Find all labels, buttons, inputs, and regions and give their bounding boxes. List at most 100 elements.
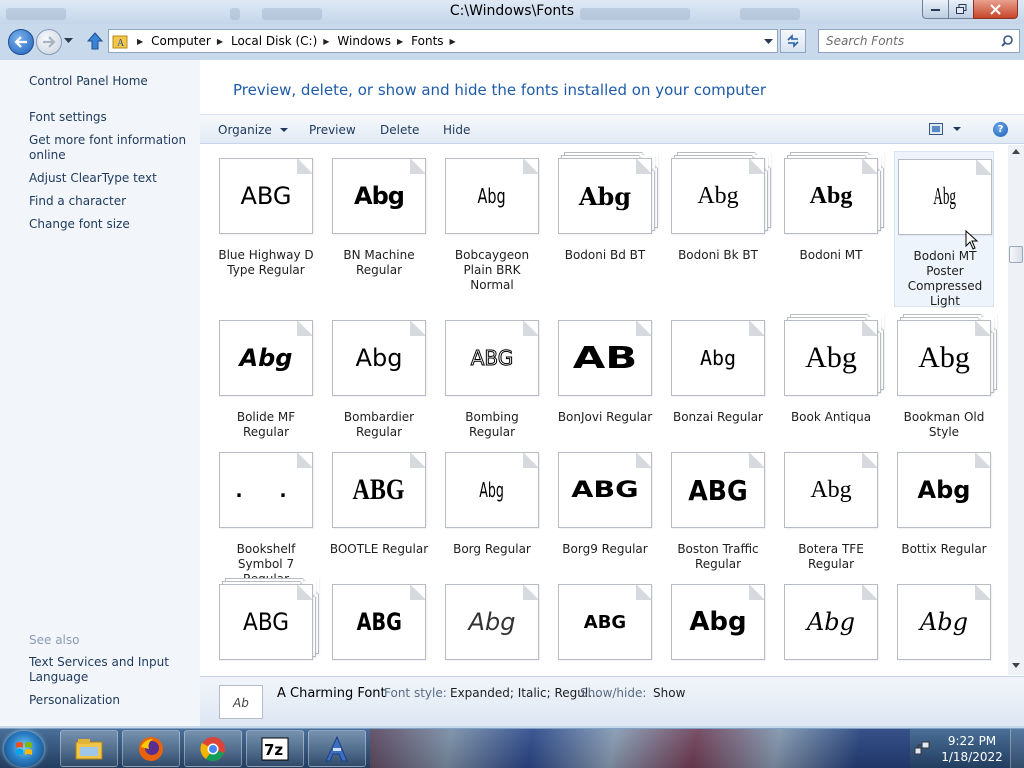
clock-time[interactable]: 9:22 PM [940,734,1004,748]
font-name-label: Blue Highway D Type Regular [218,248,314,277]
font-preview-icon: Abg [671,320,765,396]
network-icon[interactable] [914,740,930,756]
font-tile[interactable]: Abg Borg Regular [442,445,542,595]
organize-label: Organize [218,123,272,137]
explorer-window: C:\Windows\Fonts A ▶ Computer ▶ Local Di… [0,0,1024,728]
font-tile[interactable]: ABG Blue Highway D Type Regular [216,151,316,301]
personalization-link[interactable]: Personalization [29,693,194,708]
font-tile[interactable]: Abg Bodoni MT [781,151,884,301]
font-preview-sample: ABG [470,346,514,371]
refresh-button[interactable] [780,29,806,53]
scroll-up-arrow-icon[interactable] [1012,149,1020,154]
font-tile[interactable]: Abg Bolide MF Regular [216,313,316,463]
hide-button[interactable]: Hide [443,123,470,137]
recent-pages-dropdown-icon[interactable] [64,38,73,44]
font-tile[interactable]: Abg Bodoni Bk BT [668,151,771,301]
start-button[interactable] [4,731,44,767]
breadcrumb-local-disk[interactable]: Local Disk (C:) [231,34,317,48]
search-icon[interactable] [1001,35,1013,47]
change-font-size-link[interactable]: Change font size [29,217,194,232]
taskbar-firefox-button[interactable] [122,730,180,767]
sidebar: Control Panel Home Font settings Get mor… [0,60,200,726]
back-button[interactable] [8,29,34,55]
find-character-link[interactable]: Find a character [29,194,194,209]
help-icon[interactable]: ? [993,122,1008,137]
font-preview-icon: Abg [898,159,992,235]
see-also-heading: See also [29,633,80,647]
control-panel-home-link[interactable]: Control Panel Home [29,74,194,89]
font-tile[interactable]: Abg [894,577,994,675]
get-more-font-info-link[interactable]: Get more font information online [29,133,194,163]
font-tile[interactable]: ABG Borg9 Regular [555,445,655,595]
adjust-cleartype-link[interactable]: Adjust ClearType text [29,171,194,186]
breadcrumb-separator-icon[interactable]: ▶ [137,37,143,46]
font-tile[interactable]: Abg Bombardier Regular [329,313,429,463]
taskbar-7zip-button[interactable]: 7z [246,730,304,767]
delete-button[interactable]: Delete [380,123,419,137]
font-tile[interactable]: ABG Bombing Regular [442,313,542,463]
font-preview-sample: Abg [479,478,505,502]
forward-button[interactable] [36,29,62,55]
font-preview-icon: Abg [784,452,878,528]
text-services-link[interactable]: Text Services and Input Language [29,655,194,685]
taskbar-font-viewer-button[interactable] [308,730,366,767]
font-tile[interactable]: Abg Bodoni Bd BT [555,151,658,301]
breadcrumb-windows[interactable]: Windows [337,34,391,48]
search-fonts-input[interactable]: Search Fonts [818,29,1020,53]
font-tile[interactable]: ABG [329,577,429,675]
font-tile[interactable]: Abg Bodoni MT Poster Compressed Light [894,151,994,308]
font-preview-sample: Abg [806,608,856,636]
font-style-label: Font style: [384,686,447,700]
show-desktop-button[interactable] [1010,729,1024,768]
breadcrumb-separator-icon[interactable]: ▶ [397,37,403,46]
font-preview-icon: Abg [671,158,765,234]
firefox-icon [139,736,163,761]
breadcrumb-computer[interactable]: Computer [151,34,211,48]
windows-logo-icon [16,742,32,755]
up-arrow-icon[interactable] [87,32,103,50]
address-history-dropdown-icon[interactable] [764,39,773,45]
font-tile[interactable]: AB BonJovi Regular [555,313,655,463]
font-preview-icon: ABG [219,584,313,660]
font-tile[interactable]: . . . .Bookshelf Symbol 7 Regular [216,445,316,595]
scrollbar-thumb[interactable] [1009,246,1023,263]
taskbar-explorer-button[interactable] [60,730,118,767]
font-tile[interactable]: Abg [442,577,542,675]
font-name-label: Bodoni Bk BT [678,248,758,262]
restore-icon [955,4,966,14]
font-preview-sample: ABG [356,608,402,636]
organize-button[interactable]: Organize [218,123,288,137]
vertical-scrollbar[interactable] [1008,145,1024,675]
font-tile[interactable]: Abg [781,577,881,675]
preview-button[interactable]: Preview [309,123,356,137]
font-name-label: BN Machine Regular [343,248,415,277]
font-settings-link[interactable]: Font settings [29,110,194,125]
font-tile[interactable]: ABG Boston Traffic Regular [668,445,768,595]
font-tile[interactable]: ABG [555,577,655,675]
close-button[interactable] [973,0,1018,19]
font-tile[interactable]: Abg [668,577,768,675]
font-tile[interactable]: Abg Botera TFE Regular [781,445,881,595]
font-tile[interactable]: Abg Bobcaygeon Plain BRK Normal [442,151,542,301]
font-tile[interactable]: Abg Bookman Old Style [894,313,997,463]
minimize-button[interactable] [922,0,949,19]
view-options-dropdown-icon [953,126,961,131]
breadcrumb-separator-icon[interactable]: ▶ [450,37,456,46]
breadcrumb-separator-icon[interactable]: ▶ [323,37,329,46]
taskbar-chrome-button[interactable] [184,730,242,767]
font-tile[interactable]: Abg BN Machine Regular [329,151,429,301]
scroll-down-arrow-icon[interactable] [1012,663,1020,668]
font-tile[interactable]: ABG BOOTLE Regular [329,445,429,595]
address-bar[interactable]: A ▶ Computer ▶ Local Disk (C:) ▶ Windows… [108,29,778,53]
title-bar[interactable]: C:\Windows\Fonts [0,0,1024,24]
font-tile[interactable]: Abg Book Antiqua [781,313,884,463]
font-tile[interactable]: ABG [216,577,319,675]
clock-date[interactable]: 1/18/2022 [940,750,1004,764]
breadcrumb-fonts[interactable]: Fonts [411,34,443,48]
change-view-button[interactable] [929,123,961,135]
font-tile[interactable]: Abg Bonzai Regular [668,313,768,463]
close-icon [990,3,1001,15]
breadcrumb-separator-icon[interactable]: ▶ [217,37,223,46]
restore-button[interactable] [948,0,974,19]
font-tile[interactable]: Abg Bottix Regular [894,445,994,595]
